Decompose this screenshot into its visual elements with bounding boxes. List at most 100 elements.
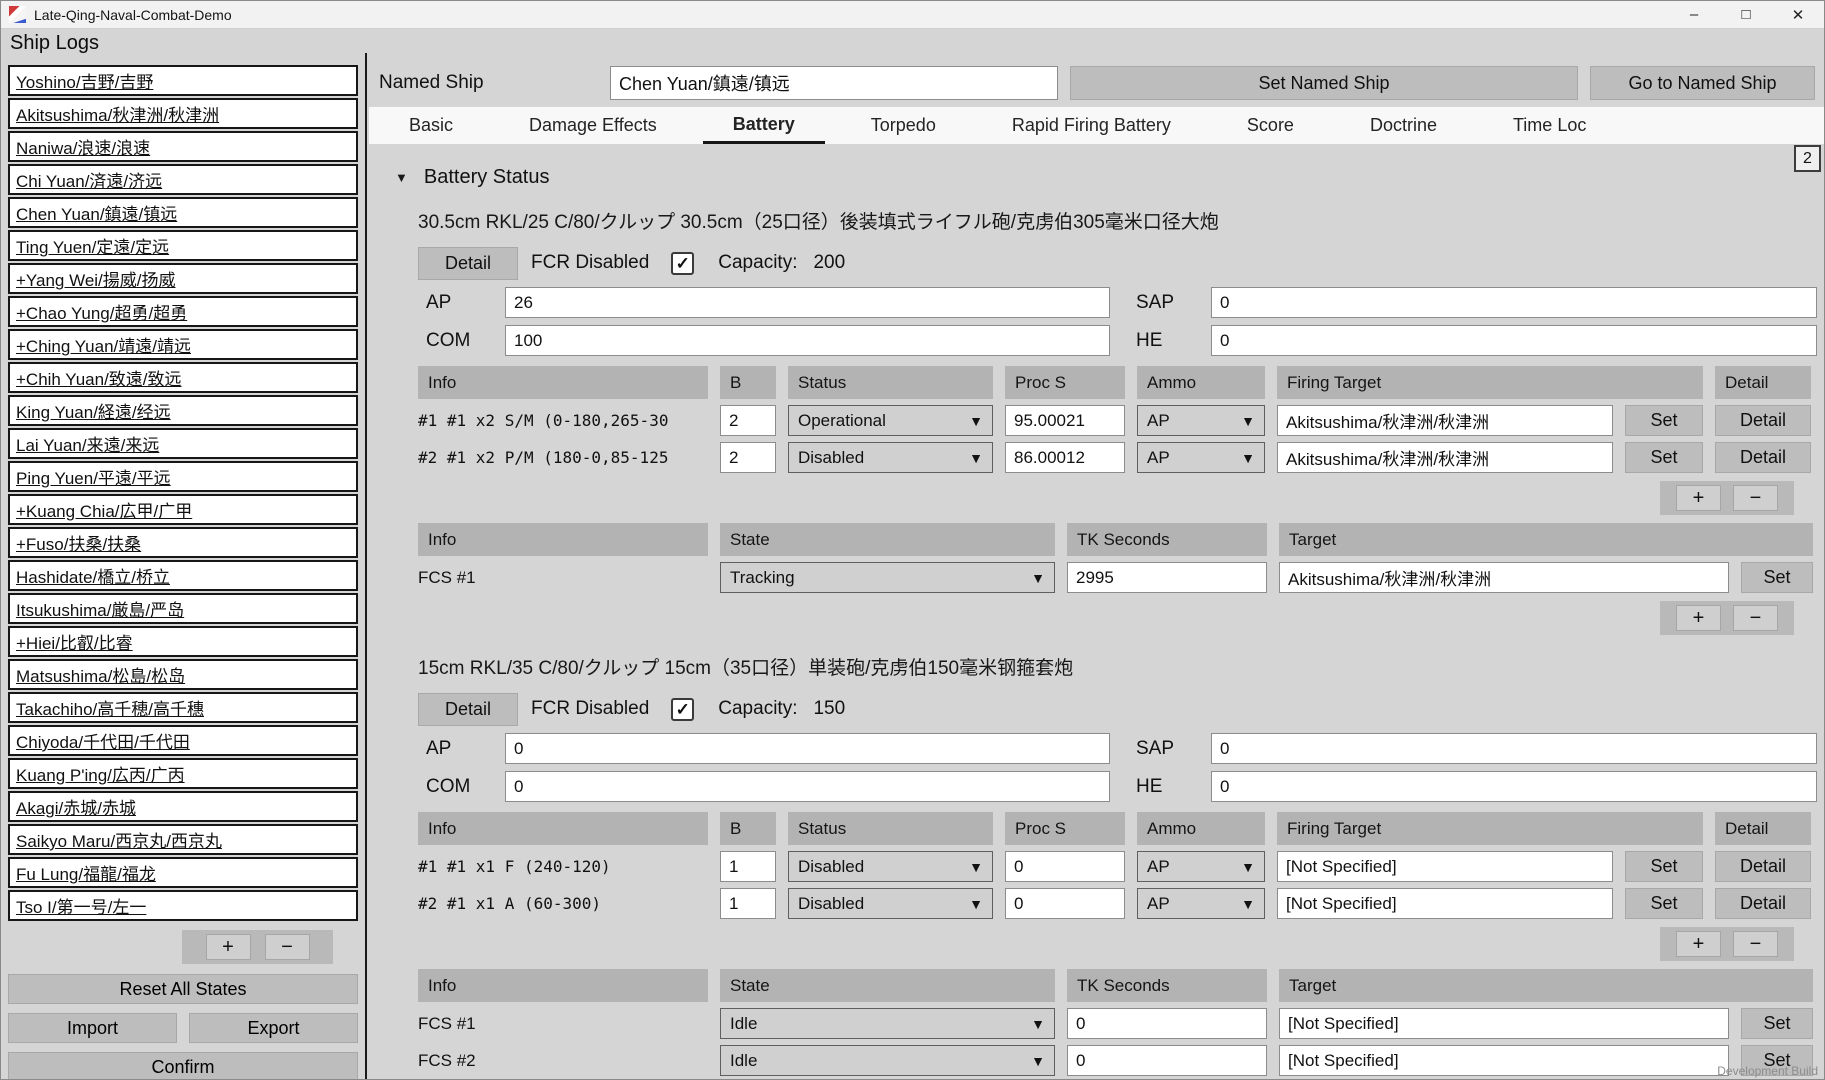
close-button[interactable]: ✕: [1772, 1, 1824, 28]
ship-log-item[interactable]: Hashidate/橋立/桥立: [8, 560, 358, 591]
minimize-button[interactable]: –: [1668, 1, 1720, 28]
tab-basic[interactable]: Basic: [379, 107, 483, 144]
ship-log-item[interactable]: +Chih Yuan/致遠/致远: [8, 362, 358, 393]
gun-proc-s-input[interactable]: [1005, 405, 1125, 436]
ship-log-item[interactable]: Saikyo Maru/西京丸/西京丸: [8, 824, 358, 855]
ship-log-item[interactable]: +Hiei/比叡/比睿: [8, 626, 358, 657]
gun-detail-button[interactable]: Detail: [1715, 405, 1811, 436]
fcs-state-dropdown[interactable]: Idle ▼: [720, 1045, 1055, 1076]
ship-log-item[interactable]: +Chao Yung/超勇/超勇: [8, 296, 358, 327]
collapse-triangle-icon[interactable]: ▼: [395, 170, 408, 185]
ship-log-item[interactable]: King Yuan/経遠/经远: [8, 395, 358, 426]
ship-log-item[interactable]: Takachiho/高千穂/高千穗: [8, 692, 358, 723]
tab-battery[interactable]: Battery: [703, 107, 825, 144]
gun-status-dropdown[interactable]: Disabled ▼: [788, 851, 993, 882]
ship-log-item[interactable]: Fu Lung/福龍/福龙: [8, 857, 358, 888]
ship-log-item[interactable]: +Kuang Chia/広甲/广甲: [8, 494, 358, 525]
gun-set-target-button[interactable]: Set: [1625, 888, 1703, 919]
tab-score[interactable]: Score: [1217, 107, 1324, 144]
gun-proc-s-input[interactable]: [1005, 888, 1125, 919]
fcs-tk-seconds-input[interactable]: [1067, 562, 1267, 593]
gun-ammo-dropdown[interactable]: AP ▼: [1137, 405, 1265, 436]
ship-log-item[interactable]: Akagi/赤城/赤城: [8, 791, 358, 822]
ship-log-item[interactable]: Chiyoda/千代田/千代田: [8, 725, 358, 756]
ship-log-item[interactable]: Lai Yuan/来遠/来远: [8, 428, 358, 459]
named-ship-input[interactable]: [610, 66, 1058, 100]
fcs-set-target-button[interactable]: Set: [1741, 562, 1813, 593]
ship-log-item[interactable]: Chi Yuan/済遠/济远: [8, 164, 358, 195]
tab-doctrine[interactable]: Doctrine: [1340, 107, 1467, 144]
ship-log-item[interactable]: Naniwa/浪速/浪速: [8, 131, 358, 162]
gun-status-dropdown[interactable]: Disabled ▼: [788, 888, 993, 919]
tab-torpedo[interactable]: Torpedo: [841, 107, 966, 144]
fcs-add-button[interactable]: +: [1676, 605, 1721, 631]
gun-detail-button[interactable]: Detail: [1715, 888, 1811, 919]
gun-set-target-button[interactable]: Set: [1625, 405, 1703, 436]
gun-firing-target-input[interactable]: [1277, 888, 1613, 919]
fcs-target-input[interactable]: [1279, 1008, 1729, 1039]
ap-input[interactable]: [505, 287, 1110, 318]
reset-all-states-button[interactable]: Reset All States: [8, 974, 358, 1004]
ship-log-item[interactable]: Itsukushima/厳島/严岛: [8, 593, 358, 624]
ship-add-button[interactable]: +: [206, 934, 251, 960]
ship-remove-button[interactable]: −: [265, 934, 310, 960]
gun-firing-target-input[interactable]: [1277, 851, 1613, 882]
gun-detail-button[interactable]: Detail: [1715, 851, 1811, 882]
fcs-tk-seconds-input[interactable]: [1067, 1008, 1267, 1039]
gun-barrels-input[interactable]: [720, 442, 776, 473]
gun-set-target-button[interactable]: Set: [1625, 442, 1703, 473]
ship-log-item[interactable]: +Yang Wei/揚威/扬威: [8, 263, 358, 294]
gun-status-dropdown[interactable]: Disabled ▼: [788, 442, 993, 473]
ship-log-item[interactable]: Ping Yuen/平遠/平远: [8, 461, 358, 492]
he-input[interactable]: [1211, 325, 1817, 356]
battery-detail-button[interactable]: Detail: [418, 693, 518, 726]
ship-log-item[interactable]: Kuang P'ing/広丙/广丙: [8, 758, 358, 789]
battery-detail-button[interactable]: Detail: [418, 247, 518, 280]
gun-add-button[interactable]: +: [1676, 485, 1721, 511]
tab-rapid-firing-battery[interactable]: Rapid Firing Battery: [982, 107, 1201, 144]
gun-barrels-input[interactable]: [720, 888, 776, 919]
fcs-tk-seconds-input[interactable]: [1067, 1045, 1267, 1076]
fcs-target-input[interactable]: [1279, 562, 1729, 593]
ship-log-item[interactable]: +Ching Yuan/靖遠/靖远: [8, 329, 358, 360]
gun-set-target-button[interactable]: Set: [1625, 851, 1703, 882]
ship-log-item[interactable]: Akitsushima/秋津洲/秋津洲: [8, 98, 358, 129]
fcr-disabled-checkbox[interactable]: ✓: [671, 698, 694, 721]
fcs-remove-button[interactable]: −: [1733, 605, 1778, 631]
ship-log-item[interactable]: Tso I/第一号/左一: [8, 890, 358, 921]
gun-add-button[interactable]: +: [1676, 931, 1721, 957]
sap-input[interactable]: [1211, 287, 1817, 318]
fcs-target-input[interactable]: [1279, 1045, 1729, 1076]
import-button[interactable]: Import: [8, 1013, 177, 1043]
ship-log-item[interactable]: Chen Yuan/鎮遠/镇远: [8, 197, 358, 228]
page-badge[interactable]: 2: [1794, 145, 1821, 172]
ship-log-item[interactable]: Matsushima/松島/松岛: [8, 659, 358, 690]
gun-barrels-input[interactable]: [720, 405, 776, 436]
gun-proc-s-input[interactable]: [1005, 442, 1125, 473]
gun-ammo-dropdown[interactable]: AP ▼: [1137, 888, 1265, 919]
fcs-set-target-button[interactable]: Set: [1741, 1008, 1813, 1039]
gun-status-dropdown[interactable]: Operational ▼: [788, 405, 993, 436]
export-button[interactable]: Export: [189, 1013, 358, 1043]
goto-named-ship-button[interactable]: Go to Named Ship: [1590, 66, 1815, 100]
ship-log-item[interactable]: +Fuso/扶桑/扶桑: [8, 527, 358, 558]
confirm-button[interactable]: Confirm: [8, 1052, 358, 1080]
gun-firing-target-input[interactable]: [1277, 405, 1613, 436]
ship-log-item[interactable]: Ting Yuen/定遠/定远: [8, 230, 358, 261]
sap-input[interactable]: [1211, 733, 1817, 764]
com-input[interactable]: [505, 325, 1110, 356]
fcs-state-dropdown[interactable]: Tracking ▼: [720, 562, 1055, 593]
gun-remove-button[interactable]: −: [1733, 485, 1778, 511]
gun-firing-target-input[interactable]: [1277, 442, 1613, 473]
set-named-ship-button[interactable]: Set Named Ship: [1070, 66, 1578, 100]
gun-barrels-input[interactable]: [720, 851, 776, 882]
fcs-state-dropdown[interactable]: Idle ▼: [720, 1008, 1055, 1039]
fcr-disabled-checkbox[interactable]: ✓: [671, 252, 694, 275]
gun-remove-button[interactable]: −: [1733, 931, 1778, 957]
tab-damage-effects[interactable]: Damage Effects: [499, 107, 687, 144]
tab-time-loc[interactable]: Time Loc: [1483, 107, 1616, 144]
gun-proc-s-input[interactable]: [1005, 851, 1125, 882]
gun-detail-button[interactable]: Detail: [1715, 442, 1811, 473]
gun-ammo-dropdown[interactable]: AP ▼: [1137, 442, 1265, 473]
gun-ammo-dropdown[interactable]: AP ▼: [1137, 851, 1265, 882]
